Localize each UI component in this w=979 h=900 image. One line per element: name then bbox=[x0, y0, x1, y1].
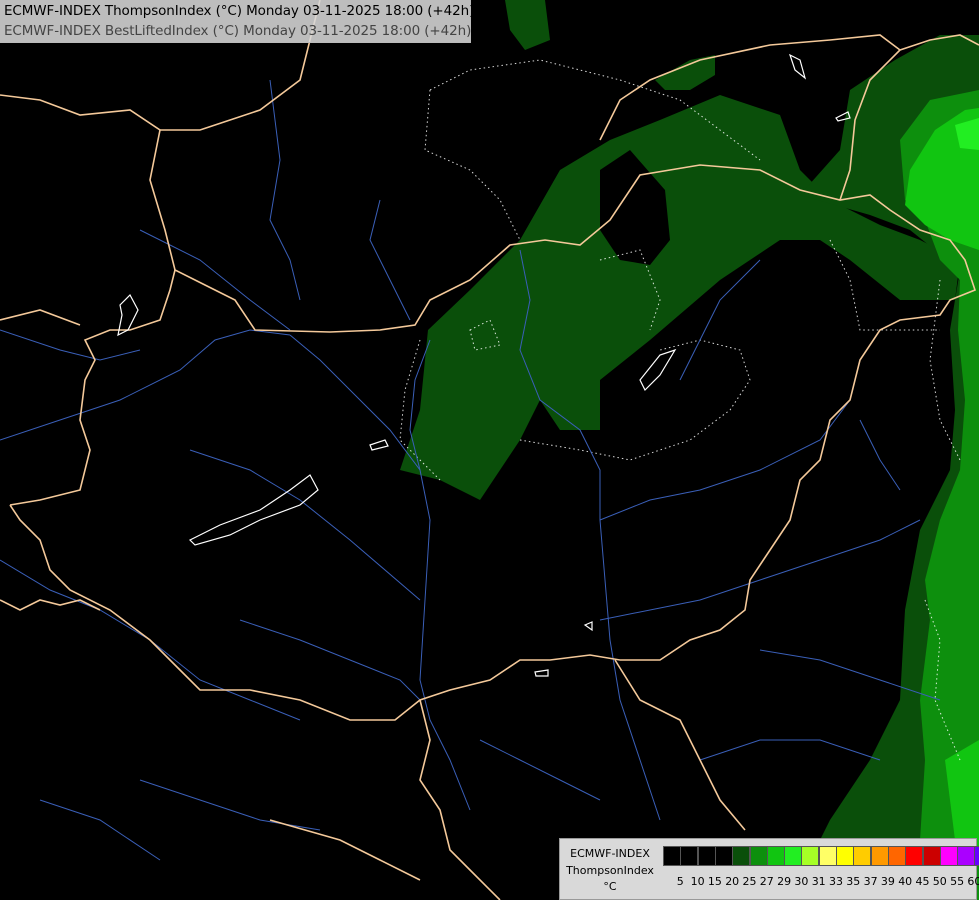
legend-swatch bbox=[853, 846, 872, 866]
legend-swatch bbox=[663, 846, 681, 866]
legend-swatch bbox=[974, 846, 979, 866]
color-legend: ECMWF-INDEX ThompsonIndex °C 5 10 15 20 25 27… bbox=[559, 838, 979, 900]
legend-swatch bbox=[732, 846, 751, 866]
legend-swatch bbox=[749, 846, 768, 866]
legend-swatch bbox=[922, 846, 941, 866]
title-box: ECMWF-INDEX ThompsonIndex (°C) Monday 03… bbox=[0, 0, 475, 43]
weather-map bbox=[0, 0, 979, 900]
legend-unit: °C bbox=[603, 880, 617, 893]
legend-swatch bbox=[697, 846, 716, 866]
legend-swatch bbox=[957, 846, 976, 866]
legend-swatch bbox=[905, 846, 924, 866]
legend-swatch bbox=[714, 846, 733, 866]
legend-swatch bbox=[887, 846, 906, 866]
legend-swatch bbox=[801, 846, 820, 866]
legend-swatch bbox=[818, 846, 837, 866]
title-thompson-index: ECMWF-INDEX ThompsonIndex (°C) Monday 03… bbox=[4, 3, 475, 19]
legend-model: ECMWF-INDEX bbox=[570, 847, 650, 860]
legend-parameter: ThompsonIndex bbox=[566, 864, 654, 877]
legend-swatch bbox=[766, 846, 785, 866]
legend-swatch bbox=[939, 846, 958, 866]
legend-swatch bbox=[680, 846, 699, 866]
title-best-lifted-index: ECMWF-INDEX BestLiftedIndex (°C) Monday … bbox=[4, 23, 472, 39]
legend-tick-label: 60 bbox=[967, 875, 979, 888]
legend-swatch bbox=[836, 846, 854, 866]
legend-swatch bbox=[870, 846, 889, 866]
legend-swatch bbox=[784, 846, 803, 866]
